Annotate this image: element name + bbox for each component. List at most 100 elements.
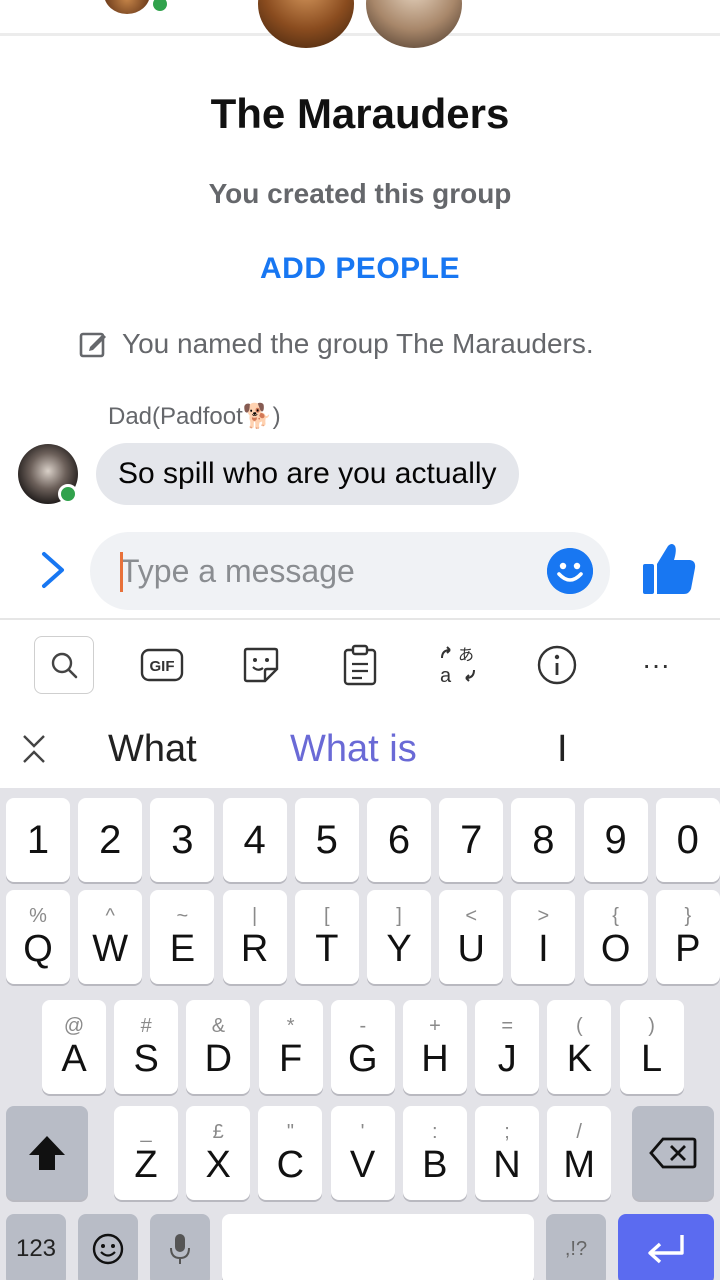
suggestion-bar: What What is I (0, 710, 720, 790)
key-alt-label: / (576, 1121, 582, 1143)
enter-key[interactable] (618, 1214, 714, 1280)
key-alt-label: " (286, 1121, 294, 1143)
emoji-icon[interactable] (547, 548, 593, 594)
space-key[interactable] (222, 1214, 534, 1280)
shift-key[interactable] (6, 1106, 88, 1200)
key-f[interactable]: * F (258, 1000, 323, 1094)
key-label: 0 (676, 818, 699, 862)
key-c[interactable]: " C (258, 1106, 323, 1200)
key-label: V (349, 1144, 376, 1186)
gif-icon[interactable]: GIF (132, 636, 192, 694)
clipboard-icon[interactable] (330, 636, 390, 694)
search-icon[interactable] (34, 636, 94, 694)
key-r[interactable]: | R (222, 890, 287, 984)
key-8[interactable]: 8 (511, 798, 576, 882)
key-k[interactable]: (K (547, 1000, 612, 1094)
key-s[interactable]: # S (114, 1000, 179, 1094)
key-alt-label: £ (212, 1121, 224, 1143)
thumbs-up-icon[interactable] (640, 540, 698, 598)
key-alt-label: @ (63, 1015, 85, 1037)
group-named-event: You named the group The Marauders. (78, 324, 594, 364)
key-u[interactable]: < U (439, 890, 504, 984)
key-label: 3 (171, 818, 194, 862)
header-avatar[interactable] (104, 0, 150, 14)
key-alt-label: = (501, 1015, 514, 1037)
info-icon[interactable] (527, 636, 587, 694)
key-n[interactable]: ; N (475, 1106, 539, 1200)
microphone-icon (170, 1234, 190, 1264)
backspace-icon (649, 1137, 697, 1169)
key-j[interactable]: = J (475, 1000, 540, 1094)
enter-icon (648, 1235, 684, 1264)
key-1[interactable]: 1 (6, 798, 70, 882)
key-w[interactable]: ^ W (78, 890, 143, 984)
chevron-right-icon[interactable] (30, 548, 74, 592)
key-z[interactable]: _ Z (114, 1106, 178, 1200)
key-alt-label: ( (576, 1015, 583, 1037)
key-alt-label: | (251, 905, 258, 927)
group-member-avatar (258, 0, 354, 48)
group-created-text: You created this group (208, 178, 512, 209)
key-6[interactable]: 6 (367, 798, 431, 882)
collapse-icon[interactable] (20, 732, 48, 766)
key-e[interactable]: ~ E (150, 890, 215, 984)
key-b[interactable]: :B (402, 1106, 467, 1200)
more-label: ··· (642, 649, 670, 680)
key-0[interactable]: 0 (655, 798, 720, 882)
key-label: N (493, 1144, 521, 1186)
keyboard: 1 2 3 4 5 6 7 8 9 0% Q ^ W ~ E | R[T] Y < U > I{O} P @ A # S & D * F - G… (0, 788, 720, 1280)
key-alt-label: + (429, 1015, 441, 1037)
key-label: 4 (243, 818, 266, 862)
emoji-key[interactable] (78, 1214, 138, 1280)
punctuation-key[interactable]: ,!? (546, 1214, 606, 1280)
backspace-key[interactable] (632, 1106, 714, 1200)
key-v[interactable]: ' V (330, 1106, 395, 1200)
key-3[interactable]: 3 (150, 798, 215, 882)
group-member-avatar (366, 0, 462, 48)
key-y[interactable]: ] Y (367, 890, 431, 984)
suggestion-item[interactable]: What (108, 728, 197, 771)
key-7[interactable]: 7 (439, 798, 504, 882)
add-people-button[interactable]: ADD PEOPLE (0, 252, 720, 286)
key-label: M (563, 1144, 596, 1186)
suggestion-item[interactable]: I (557, 728, 568, 771)
key-alt-label: { (612, 905, 619, 927)
message-text: So spill who are you actually (118, 457, 497, 490)
shift-icon (29, 1136, 65, 1170)
key-p[interactable]: } P (655, 890, 720, 984)
key-5[interactable]: 5 (294, 798, 359, 882)
key-4[interactable]: 4 (222, 798, 287, 882)
key-label: 2 (99, 818, 122, 862)
key-o[interactable]: {O (583, 890, 648, 984)
key-x[interactable]: £ X (186, 1106, 251, 1200)
key-label: O (600, 928, 631, 970)
key-a[interactable]: @ A (42, 1000, 106, 1094)
key-m[interactable]: / M (547, 1106, 612, 1200)
key-i[interactable]: > I (511, 890, 576, 984)
symbols-label: 123 (15, 1235, 57, 1262)
key-alt-label: ' (360, 1121, 365, 1143)
symbols-key[interactable]: 123 (6, 1214, 66, 1280)
key-d[interactable]: & D (186, 1000, 251, 1094)
key-alt-label: * (286, 1015, 295, 1037)
key-alt-label: _ (140, 1121, 152, 1143)
key-t[interactable]: [T (294, 890, 359, 984)
key-h[interactable]: + H (403, 1000, 467, 1094)
key-alt-label: } (684, 905, 692, 927)
sticker-icon[interactable] (231, 636, 291, 694)
key-alt-label: > (537, 905, 550, 927)
key-2[interactable]: 2 (78, 798, 143, 882)
message-bubble[interactable]: So spill who are you actually (96, 443, 519, 505)
more-icon[interactable]: ··· (626, 636, 686, 694)
message-input[interactable] (90, 532, 610, 610)
key-q[interactable]: % Q (6, 890, 70, 984)
suggestion-item-highlighted[interactable]: What is (290, 728, 417, 771)
key-label: A (61, 1038, 87, 1080)
translate-icon[interactable]: あa (428, 636, 488, 694)
key-g[interactable]: -G (330, 1000, 395, 1094)
key-9[interactable]: 9 (583, 798, 648, 882)
key-alt-label: ; (504, 1121, 510, 1143)
mic-key[interactable] (150, 1214, 210, 1280)
key-label: 7 (460, 818, 483, 862)
key-l[interactable]: ) L (619, 1000, 684, 1094)
